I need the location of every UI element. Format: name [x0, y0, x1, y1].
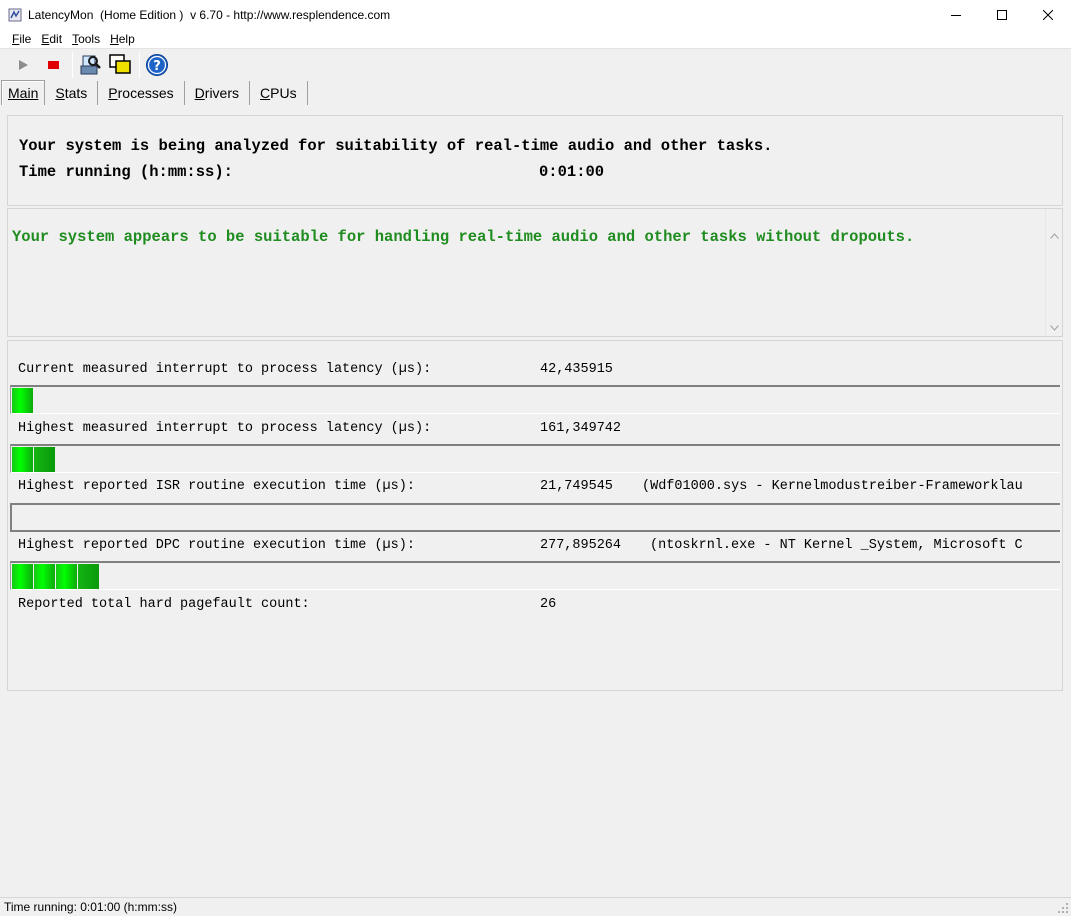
highest-latency-bar-fill	[12, 447, 56, 472]
svg-text:?: ?	[153, 59, 161, 74]
bar-segment	[12, 447, 33, 472]
time-running-value: 0:01:00	[539, 163, 605, 181]
analysis-message: Your system is being analyzed for suitab…	[19, 137, 773, 155]
minimize-icon	[951, 15, 961, 16]
highest-latency-bar	[10, 444, 1060, 473]
verdict-scrollbar[interactable]	[1045, 209, 1062, 336]
menu-bar: File Edit Tools Help	[0, 30, 1071, 49]
scroll-up-icon[interactable]	[1046, 227, 1063, 244]
resize-grip-icon[interactable]	[1057, 902, 1069, 914]
tab-drivers[interactable]: Drivers	[185, 81, 251, 105]
menu-tools[interactable]: Tools	[72, 32, 100, 46]
dpc-value: 277,895264	[540, 538, 622, 553]
window-title: LatencyMon (Home Edition ) v 6.70 - http…	[28, 8, 391, 22]
isr-bar	[10, 503, 1060, 532]
close-icon	[1043, 10, 1053, 20]
bar-segment	[34, 447, 55, 472]
maximize-icon	[997, 10, 1007, 20]
verdict-panel: Your system appears to be suitable for h…	[7, 208, 1063, 337]
minimize-button[interactable]	[933, 0, 979, 30]
window-icon	[109, 54, 131, 74]
menu-help[interactable]: Help	[110, 32, 135, 46]
toolbar: ?	[0, 50, 1071, 80]
play-icon	[19, 60, 28, 70]
title-bar: LatencyMon (Home Edition ) v 6.70 - http…	[0, 0, 1071, 30]
highest-latency-label: Highest measured interrupt to process la…	[18, 421, 432, 436]
bar-segment	[56, 564, 77, 589]
bar-segment	[12, 388, 33, 413]
dpc-bar-fill	[12, 564, 100, 589]
scroll-down-icon[interactable]	[1046, 319, 1063, 336]
toolbar-separator	[139, 52, 140, 78]
dpc-driver: (ntoskrnl.exe - NT Kernel _System, Micro…	[650, 538, 1023, 553]
help-button[interactable]: ?	[144, 52, 170, 78]
maximize-button[interactable]	[979, 0, 1025, 30]
toolbar-separator	[72, 52, 73, 78]
time-running-label: Time running (h:mm:ss):	[19, 163, 233, 181]
current-latency-bar-fill	[12, 388, 34, 413]
current-latency-value: 42,435915	[540, 362, 613, 377]
isr-value: 21,749545	[540, 479, 613, 494]
menu-edit[interactable]: Edit	[41, 32, 62, 46]
app-icon	[8, 8, 22, 22]
status-bar: Time running: 0:01:00 (h:mm:ss)	[0, 897, 1071, 916]
analyze-button[interactable]	[77, 52, 103, 78]
isr-label: Highest reported ISR routine execution t…	[18, 479, 415, 494]
menu-file[interactable]: File	[12, 32, 31, 46]
bar-segment	[34, 564, 55, 589]
stop-button[interactable]	[40, 52, 66, 78]
tab-strip: Main Stats Processes Drivers CPUs	[0, 80, 1071, 105]
pagefault-value: 26	[540, 597, 557, 612]
analyze-icon	[80, 55, 101, 75]
current-latency-label: Current measured interrupt to process la…	[18, 362, 432, 377]
tab-stats[interactable]: Stats	[45, 81, 99, 105]
tab-cpus[interactable]: CPUs	[250, 81, 308, 105]
analysis-panel: Your system is being analyzed for suitab…	[7, 115, 1063, 206]
highest-latency-value: 161,349742	[540, 421, 622, 436]
current-latency-bar	[10, 385, 1060, 414]
dpc-label: Highest reported DPC routine execution t…	[18, 538, 415, 553]
tab-main[interactable]: Main	[1, 80, 46, 105]
tab-processes[interactable]: Processes	[98, 81, 185, 105]
dpc-bar	[10, 561, 1060, 590]
bar-segment	[78, 564, 99, 589]
isr-driver: (Wdf01000.sys - Kernelmodustreiber-Frame…	[642, 479, 1023, 494]
metrics-panel: Current measured interrupt to process la…	[7, 340, 1063, 691]
help-icon: ?	[146, 54, 168, 76]
start-button[interactable]	[10, 52, 36, 78]
status-text: Time running: 0:01:00 (h:mm:ss)	[4, 900, 177, 914]
stop-icon	[48, 61, 59, 69]
verdict-text: Your system appears to be suitable for h…	[12, 228, 915, 246]
close-button[interactable]	[1025, 0, 1071, 30]
window-button[interactable]	[107, 52, 133, 78]
pagefault-label: Reported total hard pagefault count:	[18, 597, 310, 612]
bar-segment	[12, 564, 33, 589]
